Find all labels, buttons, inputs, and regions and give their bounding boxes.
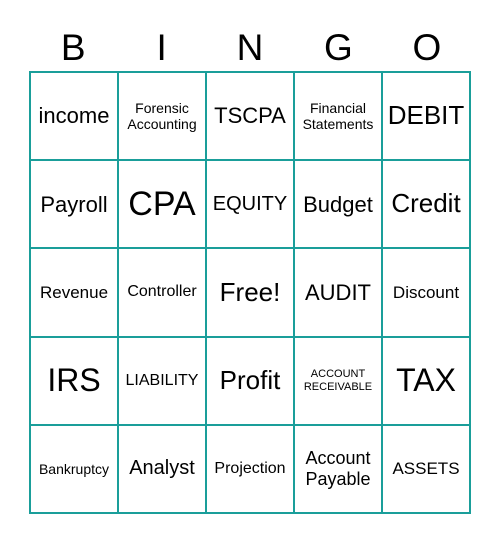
bingo-cell[interactable]: TSCPA [206, 72, 294, 161]
header-letter-n: N [236, 27, 264, 68]
bingo-grid: income Forensic Accounting TSCPA Financi… [29, 71, 471, 514]
bingo-cell[interactable]: CPA [118, 160, 206, 249]
header-letter-o: O [412, 27, 442, 68]
bingo-cell[interactable]: Forensic Accounting [118, 72, 206, 161]
bingo-cell[interactable]: IRS [30, 336, 118, 425]
bingo-cell[interactable]: Profit [206, 336, 294, 425]
free-space[interactable]: Free! [206, 248, 294, 337]
bingo-cell[interactable]: ASSETS [382, 424, 470, 513]
bingo-cell[interactable]: Account Payable [294, 424, 382, 513]
bingo-cell[interactable]: Payroll [30, 160, 118, 249]
bingo-cell[interactable]: Bankruptcy [30, 424, 118, 513]
bingo-cell[interactable]: income [30, 72, 118, 161]
bingo-cell[interactable]: Controller [118, 248, 206, 337]
bingo-cell[interactable]: Discount [382, 248, 470, 337]
header-letter-g: G [324, 27, 353, 68]
header-letter-b: B [60, 27, 86, 68]
bingo-header: B I N G O [29, 26, 471, 70]
bingo-cell[interactable]: Credit [382, 160, 470, 249]
bingo-cell[interactable]: Analyst [118, 424, 206, 513]
bingo-cell[interactable]: AUDIT [294, 248, 382, 337]
bingo-cell[interactable]: LIABILITY [118, 336, 206, 425]
bingo-cell[interactable]: Financial Statements [294, 72, 382, 161]
header-letter-i: I [156, 27, 167, 68]
bingo-cell[interactable]: Revenue [30, 248, 118, 337]
bingo-cell[interactable]: Projection [206, 424, 294, 513]
bingo-cell[interactable]: ACCOUNT RECEIVABLE [294, 336, 382, 425]
bingo-cell[interactable]: Budget [294, 160, 382, 249]
bingo-cell[interactable]: DEBIT [382, 72, 470, 161]
bingo-cell[interactable]: TAX [382, 336, 470, 425]
bingo-cell[interactable]: EQUITY [206, 160, 294, 249]
